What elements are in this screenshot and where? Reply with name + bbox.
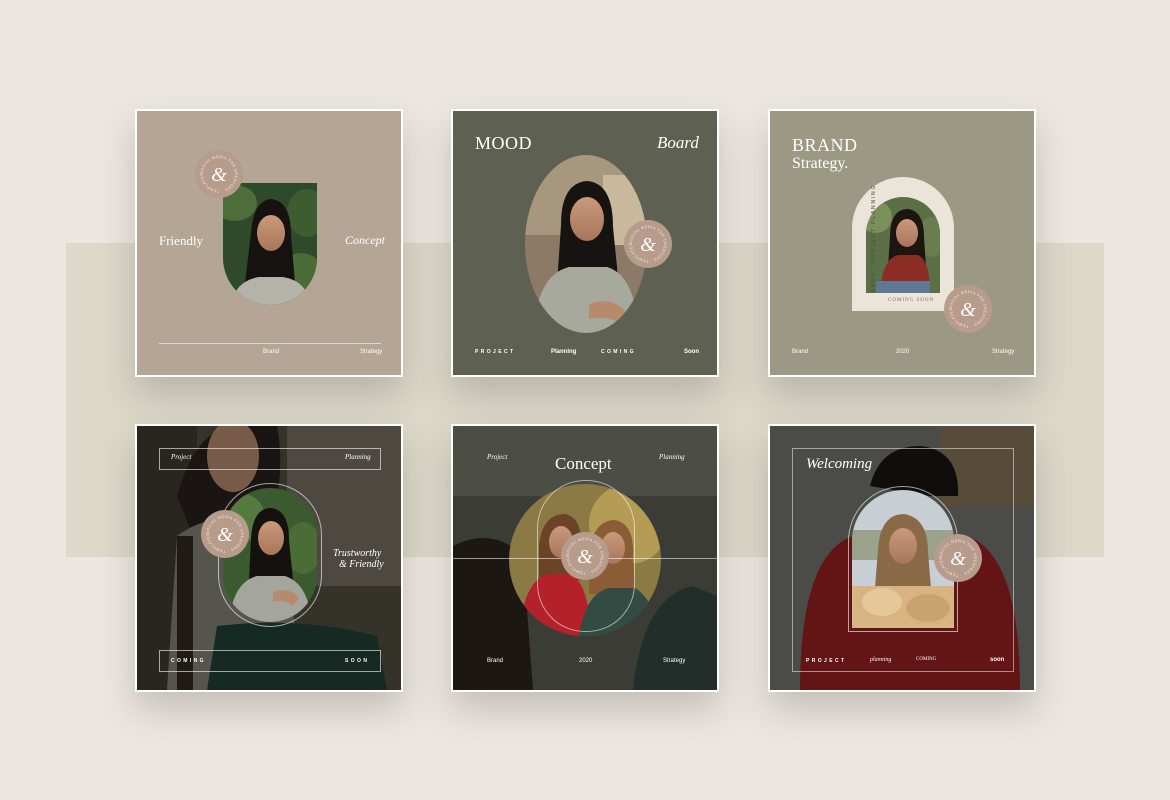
footer-label: PROJECT bbox=[475, 349, 516, 355]
portrait-photo bbox=[866, 197, 940, 293]
divider-line bbox=[159, 343, 381, 344]
top-left-label: Project bbox=[171, 453, 192, 461]
ampersand-badge-icon: SOCIAL MEDIA FOR CREATORS · TEMPLATES · … bbox=[944, 285, 992, 333]
footer-label: Strategy bbox=[663, 658, 686, 664]
top-right-label: Planning bbox=[659, 453, 685, 461]
ampersand-badge-icon: SOCIAL MEDIA FOR CREATORS · TEMPLATES · … bbox=[561, 532, 609, 580]
svg-text:&: & bbox=[960, 299, 976, 321]
footer-label: Strategy bbox=[360, 349, 383, 355]
title-right: Board bbox=[657, 133, 699, 152]
bottom-left-label: COMING bbox=[171, 658, 206, 664]
footer-label: PROJECT bbox=[806, 658, 847, 664]
arch-caption: COMING SOON bbox=[888, 298, 935, 303]
footer-label: Strategy bbox=[992, 349, 1015, 355]
portrait-photo bbox=[223, 183, 317, 305]
footer-label: COMING bbox=[601, 349, 636, 355]
title: Welcoming bbox=[806, 456, 873, 472]
svg-text:&: & bbox=[950, 548, 966, 570]
template-card-welcoming[interactable]: Welcoming SOCIAL MEDIA FOR CREATORS · TE… bbox=[768, 424, 1036, 692]
portrait-photo bbox=[218, 483, 322, 627]
ampersand-badge-icon: SOCIAL MEDIA FOR CREATORS · TEMPLATES · … bbox=[201, 510, 249, 558]
side-line-1: Trustworthy bbox=[333, 548, 382, 559]
footer-label: Soon bbox=[684, 349, 699, 355]
template-card-concept[interactable]: Project Concept Planning SOCIAL MEDIA FO… bbox=[451, 424, 719, 692]
footer-label: Brand bbox=[263, 349, 280, 355]
footer-label: 2020 bbox=[579, 658, 593, 664]
svg-text:&: & bbox=[577, 546, 593, 568]
side-line-2: & Friendly bbox=[339, 559, 384, 570]
right-label: Concept bbox=[345, 233, 385, 247]
arch-vertical-text: ABOUT PROJECT PLANNING bbox=[871, 183, 877, 293]
footer-label: Brand bbox=[792, 349, 809, 355]
template-card-brand-strategy[interactable]: BRAND Strategy. ABOUT PROJECT PLANNING C… bbox=[768, 109, 1036, 377]
top-left-label: Project bbox=[487, 453, 508, 461]
ampersand-badge-icon: SOCIAL MEDIA FOR CREATORS · TEMPLATES · … bbox=[934, 534, 982, 582]
title-left: MOOD bbox=[475, 133, 533, 153]
svg-text:&: & bbox=[217, 524, 233, 546]
footer-label: Planning bbox=[551, 349, 577, 355]
template-card-friendly-concept[interactable]: SOCIAL MEDIA FOR CREATORS · TEMPLATES · … bbox=[135, 109, 403, 377]
template-card-mood-board[interactable]: MOOD Board SOCIAL MEDIA FOR CREATORS · T… bbox=[451, 109, 719, 377]
ampersand-badge-icon: SOCIAL MEDIA FOR CREATORS · TEMPLATES · … bbox=[624, 220, 672, 268]
footer-label: 2020 bbox=[896, 349, 910, 355]
footer-label: planning bbox=[870, 657, 892, 663]
title: Concept bbox=[555, 454, 612, 473]
svg-text:&: & bbox=[640, 234, 656, 256]
title-line-2: Strategy. bbox=[792, 155, 849, 172]
svg-text:&: & bbox=[211, 164, 227, 186]
ampersand-badge-icon: SOCIAL MEDIA FOR CREATORS · TEMPLATES · … bbox=[195, 150, 243, 198]
template-card-trustworthy[interactable]: Project Planning SOCIAL MEDIA FOR CREATO… bbox=[135, 424, 403, 692]
left-label: Friendly bbox=[159, 233, 204, 248]
footer-label: COMING bbox=[916, 657, 937, 662]
bottom-right-label: SOON bbox=[345, 658, 370, 664]
title-line-1: BRAND bbox=[792, 135, 858, 155]
footer-label: soon bbox=[990, 657, 1005, 663]
top-right-label: Planning bbox=[345, 453, 371, 461]
footer-label: Brand bbox=[487, 658, 504, 664]
